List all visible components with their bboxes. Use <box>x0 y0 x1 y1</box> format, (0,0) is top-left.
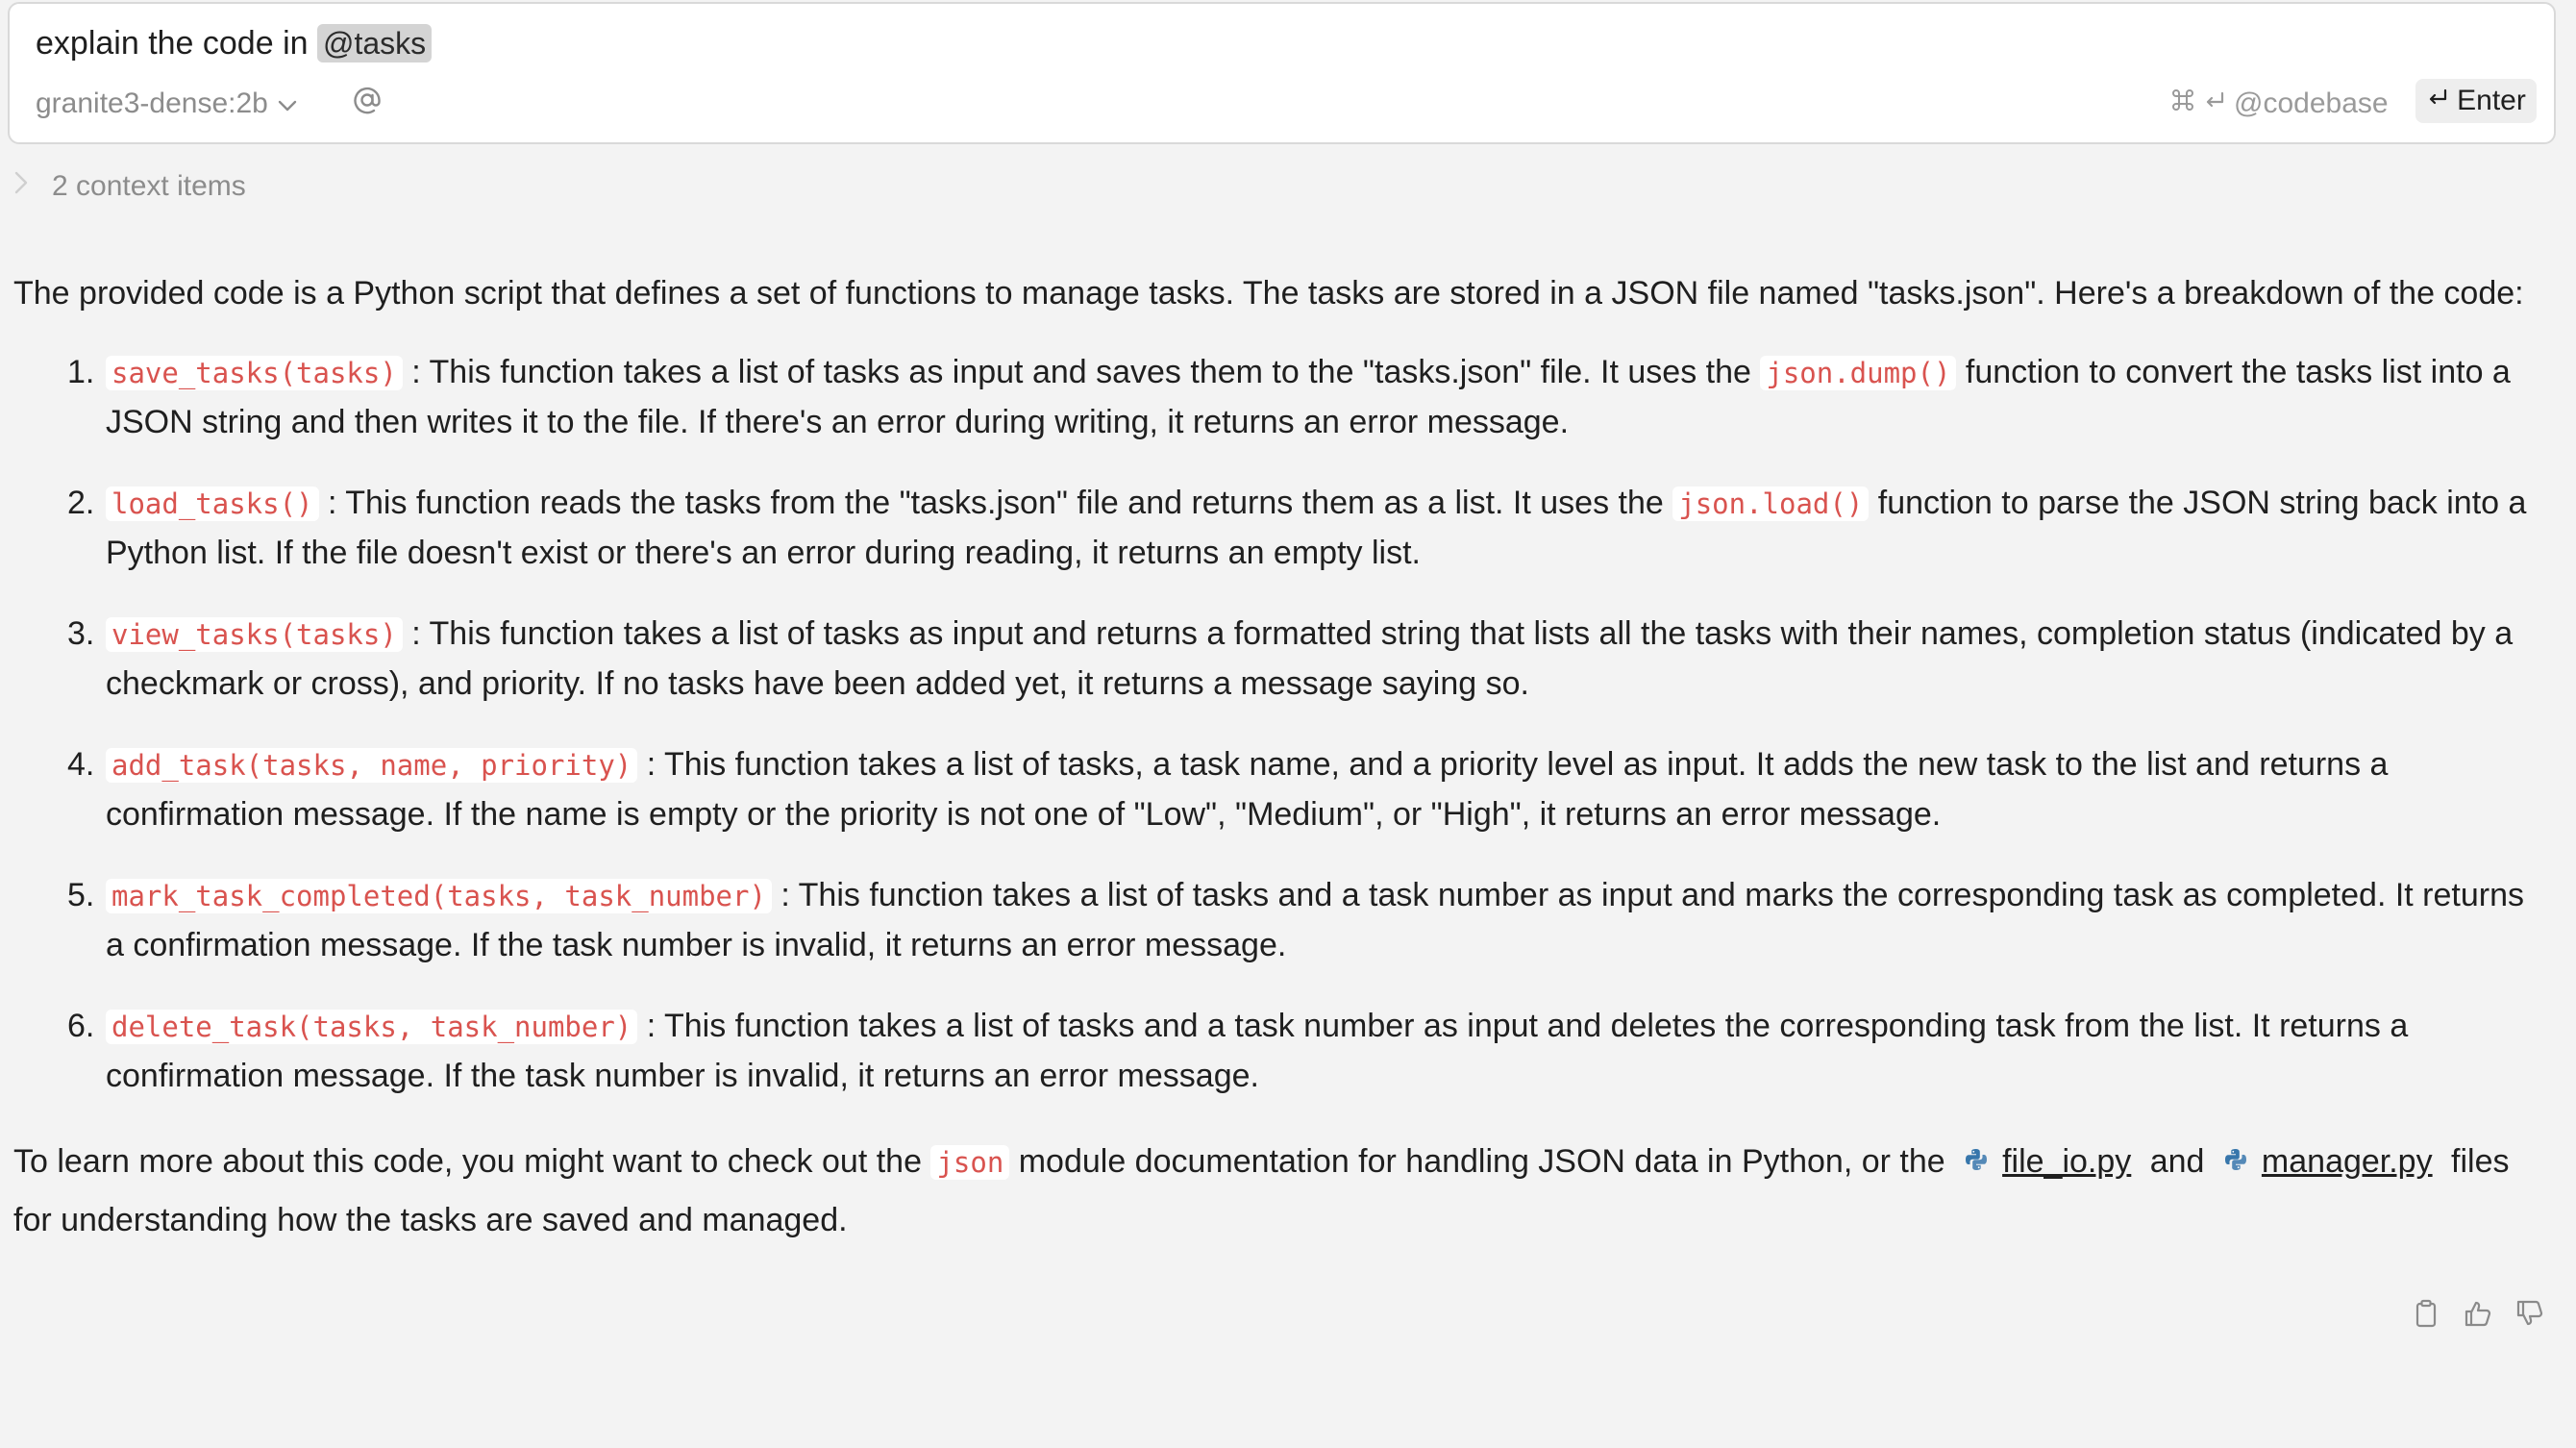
prompt-text[interactable]: explain the code in @tasks <box>36 23 433 63</box>
command-key-icon <box>2170 87 2195 120</box>
outro-text: To learn more about this code, you might… <box>13 1143 931 1180</box>
python-file-icon <box>1964 1133 1989 1190</box>
list-item: 4. add_task(tasks, name, priority) : This… <box>13 740 2551 839</box>
file-link-file-io[interactable]: file_io.py <box>1964 1133 2131 1190</box>
thumbs-down-icon[interactable] <box>2514 1298 2545 1329</box>
inline-code: json.dump() <box>1760 356 1957 390</box>
inline-code: save_tasks(tasks) <box>106 356 403 390</box>
list-number: 5. <box>67 877 95 913</box>
context-items-label: 2 context items <box>52 170 246 202</box>
codebase-shortcut-hint[interactable]: @codebase <box>2170 85 2389 123</box>
at-mention-button[interactable] <box>348 83 386 121</box>
list-number: 3. <box>67 615 95 652</box>
at-icon <box>351 84 384 121</box>
return-key-icon <box>2203 87 2226 120</box>
list-text: : This function takes a list of tasks as… <box>106 615 2514 702</box>
file-link-manager[interactable]: manager.py <box>2223 1133 2433 1190</box>
chevron-right-icon <box>13 170 29 203</box>
file-link-label: file_io.py <box>2002 1143 2132 1180</box>
chevron-down-icon <box>278 87 297 120</box>
list-number: 1. <box>67 354 95 390</box>
inline-code: delete_task(tasks, task_number) <box>106 1010 638 1044</box>
model-selector[interactable]: granite3-dense:2b <box>36 85 297 123</box>
list-number: 6. <box>67 1008 95 1044</box>
file-link-label: manager.py <box>2261 1143 2433 1180</box>
mention-chip[interactable]: @tasks <box>316 24 433 62</box>
model-name: granite3-dense:2b <box>36 87 268 119</box>
response-intro: The provided code is a Python script tha… <box>13 275 2524 312</box>
inline-code: add_task(tasks, name, priority) <box>106 748 638 783</box>
assistant-response: The provided code is a Python script tha… <box>13 269 2551 1249</box>
inline-code: mark_task_completed(tasks, task_number) <box>106 879 772 913</box>
outro-text: and <box>2141 1143 2214 1180</box>
list-number: 4. <box>67 746 95 783</box>
clipboard-icon[interactable] <box>2411 1298 2441 1329</box>
prompt-text-content: explain the code in <box>36 25 317 62</box>
list-text: : This function reads the tasks from the… <box>318 485 1673 521</box>
list-item: 1. save_tasks(tasks) : This function take… <box>13 348 2551 447</box>
codebase-label: @codebase <box>2234 87 2389 119</box>
response-outro: To learn more about this code, you might… <box>13 1133 2551 1249</box>
python-file-icon <box>2223 1133 2248 1190</box>
response-actions <box>2411 1298 2545 1329</box>
enter-button[interactable]: Enter <box>2415 79 2537 123</box>
prompt-input-box[interactable]: explain the code in @tasks granite3-dens… <box>8 2 2556 144</box>
function-list: 1. save_tasks(tasks) : This function take… <box>13 348 2551 1101</box>
outro-text: module documentation for handling JSON d… <box>1009 1143 1955 1180</box>
list-item: 2. load_tasks() : This function reads the… <box>13 479 2551 578</box>
inline-code: view_tasks(tasks) <box>106 617 403 652</box>
list-text: : This function takes a list of tasks as… <box>402 354 1761 390</box>
thumbs-up-icon[interactable] <box>2463 1298 2493 1329</box>
context-items-toggle[interactable]: 2 context items <box>13 167 246 206</box>
chat-panel: explain the code in @tasks granite3-dens… <box>0 0 2576 1448</box>
list-item: 5. mark_task_completed(tasks, task_number… <box>13 871 2551 970</box>
list-number: 2. <box>67 485 95 521</box>
list-item: 3. view_tasks(tasks) : This function take… <box>13 610 2551 709</box>
return-key-icon <box>2426 85 2449 117</box>
enter-label: Enter <box>2457 85 2526 116</box>
inline-code: load_tasks() <box>106 487 319 521</box>
inline-code: json.load() <box>1672 487 1870 521</box>
inline-code: json <box>930 1145 1010 1180</box>
list-item: 6. delete_task(tasks, task_number) : This… <box>13 1002 2551 1101</box>
